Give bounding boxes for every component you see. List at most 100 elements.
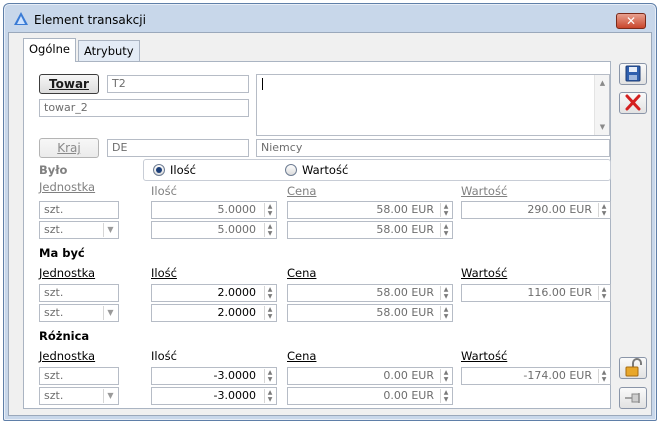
ma-byc-unit-1[interactable]: szt.: [39, 284, 119, 302]
roznica-jednostka-header: Jednostka: [39, 349, 95, 363]
ma-byc-title: Ma być: [39, 246, 85, 260]
bylo-price-2[interactable]: 58.00 EUR ▲ ▼: [287, 221, 453, 239]
bylo-unit-2-select[interactable]: szt. ▼: [39, 221, 119, 239]
bylo-price-1-value: 58.00 EUR: [376, 203, 434, 216]
text-caret: [262, 78, 263, 90]
ma-byc-jednostka-header: Jednostka: [39, 266, 95, 280]
spinner-icon[interactable]: ▲ ▼: [264, 203, 275, 217]
roznica-price-1[interactable]: 0.00 EUR ▲ ▼: [287, 367, 453, 385]
roznica-unit-1[interactable]: szt.: [39, 367, 119, 385]
radio-wartosc[interactable]: [285, 164, 297, 176]
spinner-icon[interactable]: ▲ ▼: [264, 306, 275, 320]
roznica-title: Różnica: [39, 329, 90, 343]
textarea-scrollbar[interactable]: ▲ ▼: [594, 75, 609, 135]
towar-button[interactable]: Towar: [39, 74, 99, 94]
bylo-price-2-value: 58.00 EUR: [376, 223, 434, 236]
roznica-unit-2-value: szt.: [44, 389, 64, 402]
ma-byc-cena-text: Cena: [287, 266, 317, 280]
towar-code-field[interactable]: T2: [107, 75, 249, 93]
chevron-down-icon[interactable]: ▼: [103, 389, 117, 403]
bylo-cena-text: Cena: [287, 184, 317, 198]
spinner-icon[interactable]: ▲ ▼: [440, 389, 451, 403]
roznica-qty-2[interactable]: -3.0000 ▲ ▼: [151, 387, 277, 405]
ma-byc-price-2[interactable]: 58.00 EUR ▲ ▼: [287, 304, 453, 322]
ma-byc-price-1[interactable]: 58.00 EUR ▲ ▼: [287, 284, 453, 302]
roznica-wartosc-text: Wartość: [461, 349, 508, 363]
bylo-value[interactable]: 290.00 EUR ▲ ▼: [461, 201, 611, 219]
radio-ilosc-label: Ilość: [170, 163, 196, 177]
bylo-qty-1-value: 5.0000: [217, 203, 257, 216]
scroll-up-icon[interactable]: ▲: [595, 77, 610, 89]
tab-ogolne[interactable]: Ogólne: [23, 38, 76, 62]
mode-radio-group: Ilość Wartość: [143, 159, 611, 181]
bylo-qty-1[interactable]: 5.0000 ▲ ▼: [151, 201, 277, 219]
general-panel: Towar T2 towar_2 ▲ ▼ Kraj DE Niemcy Iloś…: [23, 61, 611, 409]
spinner-icon[interactable]: ▲ ▼: [264, 389, 275, 403]
spinner-icon[interactable]: ▲ ▼: [440, 223, 451, 237]
bylo-value-text: 290.00 EUR: [527, 203, 592, 216]
unlock-button[interactable]: [619, 357, 647, 379]
chevron-down-icon[interactable]: ▼: [103, 306, 117, 320]
roznica-price-1-value: 0.00 EUR: [383, 369, 434, 382]
ma-byc-qty-1[interactable]: 2.0000 ▲ ▼: [151, 284, 277, 302]
ma-byc-wartosc-text: Wartość: [461, 266, 508, 280]
bylo-cena-header: Cena: [287, 184, 316, 198]
ma-byc-cena-header: Cena: [287, 266, 316, 280]
bylo-jednostka-header: Jednostka: [39, 180, 95, 194]
radio-ilosc[interactable]: [153, 164, 165, 176]
roznica-qty-1[interactable]: -3.0000 ▲ ▼: [151, 367, 277, 385]
spinner-icon[interactable]: ▲ ▼: [440, 203, 451, 217]
scroll-down-icon[interactable]: ▼: [595, 121, 610, 133]
ma-byc-qty-2-value: 2.0000: [217, 306, 257, 319]
cancel-button[interactable]: [619, 92, 647, 114]
spinner-icon[interactable]: ▲ ▼: [440, 286, 451, 300]
ma-byc-unit-2-select[interactable]: szt. ▼: [39, 304, 119, 322]
title-bar: Element transakcji ✕: [4, 4, 656, 34]
kraj-code-field[interactable]: DE: [107, 139, 249, 157]
bylo-price-1[interactable]: 58.00 EUR ▲ ▼: [287, 201, 453, 219]
ma-byc-value[interactable]: 116.00 EUR ▲ ▼: [461, 284, 611, 302]
ma-byc-ilosc-header: Ilość: [151, 266, 177, 280]
roznica-cena-text: Cena: [287, 349, 317, 363]
chevron-down-icon[interactable]: ▼: [103, 223, 117, 237]
window-close-button[interactable]: ✕: [616, 13, 646, 29]
towar-name-field[interactable]: towar_2: [39, 99, 249, 117]
roznica-unit-2-select[interactable]: szt. ▼: [39, 387, 119, 405]
pin-icon: [625, 393, 640, 403]
roznica-price-2[interactable]: 0.00 EUR ▲ ▼: [287, 387, 453, 405]
kraj-button-label: Kraj: [57, 141, 81, 155]
bylo-wartosc-header: Wartość: [461, 184, 507, 198]
spinner-icon[interactable]: ▲ ▼: [440, 369, 451, 383]
pin-button[interactable]: [619, 387, 647, 409]
spinner-icon[interactable]: ▲ ▼: [264, 369, 275, 383]
roznica-ilosc-header: Ilość: [151, 349, 177, 363]
bylo-title: Było: [39, 163, 68, 177]
save-button[interactable]: [619, 63, 647, 85]
tab-atrybuty[interactable]: Atrybuty: [78, 40, 140, 62]
kraj-name-field[interactable]: Niemcy: [256, 139, 610, 157]
spinner-icon[interactable]: ▲ ▼: [598, 369, 609, 383]
description-textarea[interactable]: ▲ ▼: [256, 74, 610, 136]
bylo-unit-2-value: szt.: [44, 223, 64, 236]
ma-byc-jednostka-text: Jednostka: [39, 266, 96, 280]
bylo-ilosc-header: Ilość: [151, 184, 177, 198]
ma-byc-price-2-value: 58.00 EUR: [376, 306, 434, 319]
ma-byc-wartosc-header: Wartość: [461, 266, 507, 280]
bylo-qty-2[interactable]: 5.0000 ▲ ▼: [151, 221, 277, 239]
roznica-value-text: -174.00 EUR: [523, 369, 592, 382]
unlock-icon: [625, 358, 642, 377]
roznica-cena-header: Cena: [287, 349, 316, 363]
spinner-icon[interactable]: ▲ ▼: [264, 286, 275, 300]
ma-byc-price-1-value: 58.00 EUR: [376, 286, 434, 299]
spinner-icon[interactable]: ▲ ▼: [440, 306, 451, 320]
bylo-unit-1[interactable]: szt.: [39, 201, 119, 219]
kraj-button[interactable]: Kraj: [39, 138, 99, 158]
spinner-icon[interactable]: ▲ ▼: [264, 223, 275, 237]
ma-byc-value-text: 116.00 EUR: [527, 286, 592, 299]
ma-byc-unit-2-value: szt.: [44, 306, 64, 319]
spinner-icon[interactable]: ▲ ▼: [598, 203, 609, 217]
spinner-icon[interactable]: ▲ ▼: [598, 286, 609, 300]
window-title: Element transakcji: [34, 13, 146, 27]
ma-byc-qty-2[interactable]: 2.0000 ▲ ▼: [151, 304, 277, 322]
roznica-value[interactable]: -174.00 EUR ▲ ▼: [461, 367, 611, 385]
